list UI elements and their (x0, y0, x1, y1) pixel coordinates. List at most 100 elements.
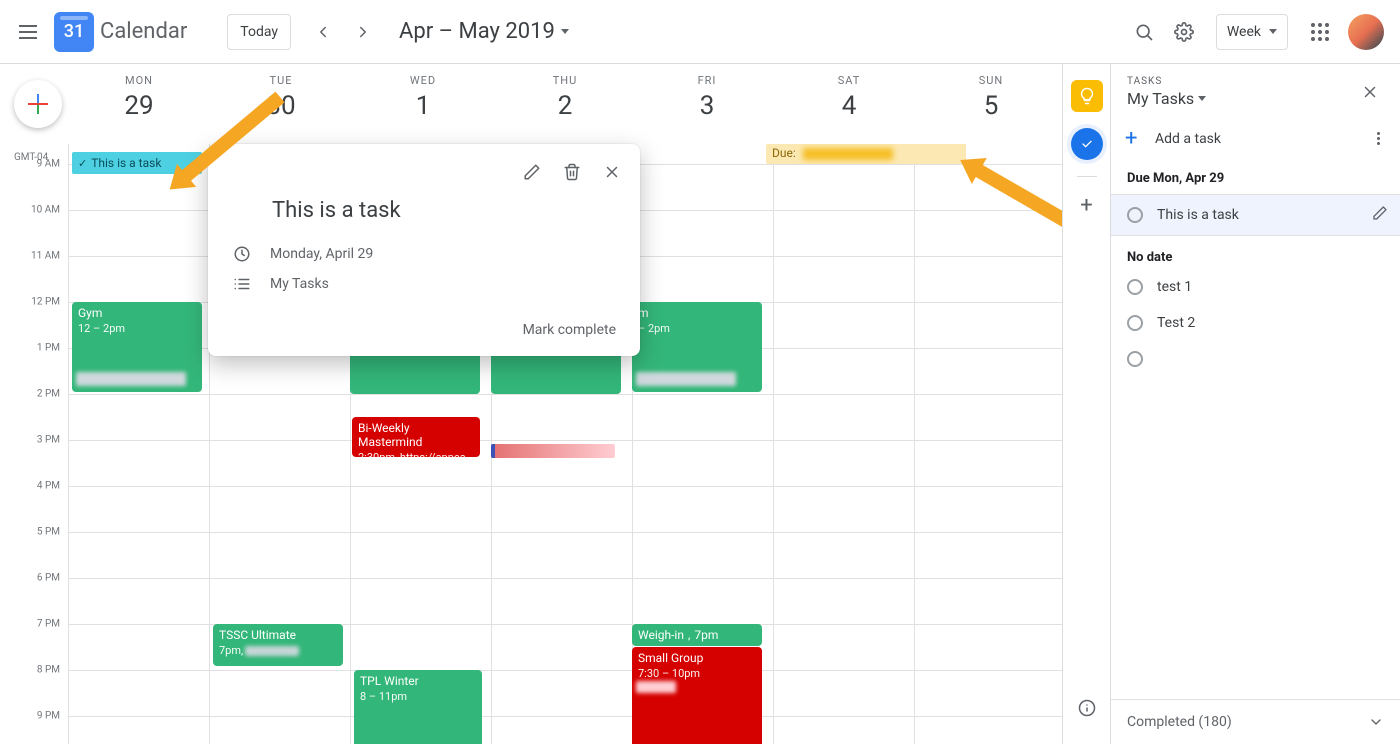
event-title: Bi-Weekly Mastermind (358, 421, 474, 449)
all-day-event-due[interactable]: Due: (766, 144, 966, 164)
settings-gear-icon[interactable] (1164, 12, 1204, 52)
task-title: Test 2 (1157, 315, 1388, 331)
hour-label: 9 PM (37, 711, 60, 722)
event-time: 7pm, (219, 644, 243, 657)
chevron-down-icon (1198, 96, 1206, 101)
task-item-empty[interactable] (1111, 341, 1400, 377)
edit-task-button[interactable] (514, 154, 550, 190)
completed-section-toggle[interactable]: Completed (180) (1111, 699, 1400, 744)
popup-title: This is a task (208, 190, 640, 239)
tasks-list-title: My Tasks (1127, 89, 1194, 108)
event-time: 7pm (694, 628, 718, 642)
completed-label: Completed (180) (1127, 714, 1232, 730)
event-title: TSSC Ultimate (219, 628, 337, 642)
popup-date: Monday, April 29 (270, 246, 373, 262)
account-avatar[interactable] (1348, 14, 1384, 50)
task-complete-toggle[interactable] (1127, 351, 1143, 367)
task-complete-toggle[interactable] (1127, 207, 1143, 223)
day-header-fri[interactable]: FRI3 (636, 64, 778, 144)
app-header: 31 Calendar Today Apr – May 2019 Week (0, 0, 1400, 64)
no-date-header: No date (1111, 236, 1400, 269)
day-header-thu[interactable]: THU2 (494, 64, 636, 144)
add-task-row[interactable]: + Add a task (1111, 116, 1400, 163)
chevron-down-icon (561, 29, 569, 34)
event-thu-partial[interactable]: m – 2pm (632, 302, 762, 392)
hour-label: 6 PM (37, 573, 60, 584)
hour-label: 9 AM (37, 159, 60, 170)
task-item[interactable]: test 1 (1111, 269, 1400, 305)
event-gym[interactable]: Gym 12 – 2pm (72, 302, 202, 392)
keep-icon[interactable] (1071, 80, 1103, 112)
prev-week-button[interactable] (303, 12, 343, 52)
app-title: Calendar (100, 19, 187, 44)
day-header-wed[interactable]: WED1 (352, 64, 494, 144)
task-complete-toggle[interactable] (1127, 315, 1143, 331)
hour-label: 10 AM (31, 205, 60, 216)
info-icon[interactable] (1067, 688, 1107, 728)
delete-task-button[interactable] (554, 154, 590, 190)
redacted-text (803, 148, 893, 160)
day-header-sun[interactable]: SUN5 (920, 64, 1062, 144)
add-addon-icon[interactable]: + (1080, 193, 1092, 218)
menu-icon[interactable] (8, 12, 48, 52)
event-title: Due: (772, 146, 796, 160)
event-time: 7:30 – 10pm (638, 667, 756, 680)
calendar-logo-icon: 31 (54, 12, 94, 52)
close-popup-button[interactable] (594, 154, 630, 190)
task-item-selected[interactable]: This is a task (1111, 194, 1400, 236)
event-tssc[interactable]: TSSC Ultimate 7pm, (213, 624, 343, 666)
hour-label: 11 AM (31, 251, 60, 262)
view-select[interactable]: Week (1216, 14, 1288, 50)
hour-label: 3 PM (37, 435, 60, 446)
hour-label: 8 PM (37, 665, 60, 676)
redacted-text (636, 372, 736, 386)
clock-icon (232, 245, 252, 263)
due-section-header: Due Mon, Apr 29 (1111, 163, 1400, 194)
hour-label: 2 PM (37, 389, 60, 400)
edit-task-icon[interactable] (1372, 205, 1388, 225)
hour-label: 12 PM (31, 297, 60, 308)
redacted-text (76, 372, 186, 386)
create-event-fab[interactable] (14, 80, 62, 128)
side-panel-strip: + (1062, 64, 1110, 744)
today-button[interactable]: Today (227, 14, 291, 50)
search-icon[interactable] (1124, 12, 1164, 52)
task-title: test 1 (1157, 279, 1388, 295)
hour-label: 7 PM (37, 619, 60, 630)
hour-label: 5 PM (37, 527, 60, 538)
event-strip[interactable] (491, 444, 615, 458)
task-complete-toggle[interactable] (1127, 279, 1143, 295)
event-time: – 2pm (638, 322, 756, 335)
tasks-icon[interactable] (1071, 128, 1103, 160)
event-smallgroup[interactable]: Small Group 7:30 – 10pm (632, 647, 762, 744)
calendar-grid: MON29 TUE30 WED1 THU2 FRI3 SAT4 SUN5 ✓ T… (0, 64, 1062, 744)
event-time: 12 – 2pm (78, 322, 196, 335)
chevron-down-icon (1269, 29, 1277, 34)
event-title: m (638, 306, 756, 320)
event-weighin[interactable]: Weigh-in, 7pm (632, 624, 762, 646)
tasks-list-selector[interactable]: My Tasks (1127, 89, 1384, 108)
date-range-picker[interactable]: Apr – May 2019 (399, 19, 569, 44)
tasks-more-menu[interactable] (1366, 132, 1390, 145)
event-sub: 2:30pm, https://appea (358, 451, 474, 457)
task-check-icon: ✓ (78, 157, 87, 170)
hour-label: 4 PM (37, 481, 60, 492)
day-header-mon[interactable]: MON29 (68, 64, 210, 144)
event-mastermind[interactable]: Bi-Weekly Mastermind 2:30pm, https://app… (352, 417, 480, 457)
google-apps-icon[interactable] (1300, 12, 1340, 52)
close-tasks-panel-button[interactable] (1350, 72, 1390, 112)
event-tpl[interactable]: TPL Winter 8 – 11pm (354, 670, 482, 744)
event-title: Small Group (638, 651, 756, 665)
add-task-label: Add a task (1155, 131, 1366, 147)
task-popup: This is a task Monday, April 29 My Tasks… (208, 144, 640, 356)
view-select-label: Week (1227, 24, 1261, 40)
hour-label: 1 PM (37, 343, 60, 354)
list-icon (232, 275, 252, 293)
next-week-button[interactable] (343, 12, 383, 52)
day-header-sat[interactable]: SAT4 (778, 64, 920, 144)
task-item[interactable]: Test 2 (1111, 305, 1400, 341)
hours-column: GMT-04 9 AM 10 AM 11 AM 12 PM 1 PM 2 PM … (0, 144, 68, 744)
mark-complete-button[interactable]: Mark complete (523, 322, 616, 338)
popup-list-name: My Tasks (270, 276, 329, 292)
event-title: Gym (78, 306, 196, 320)
